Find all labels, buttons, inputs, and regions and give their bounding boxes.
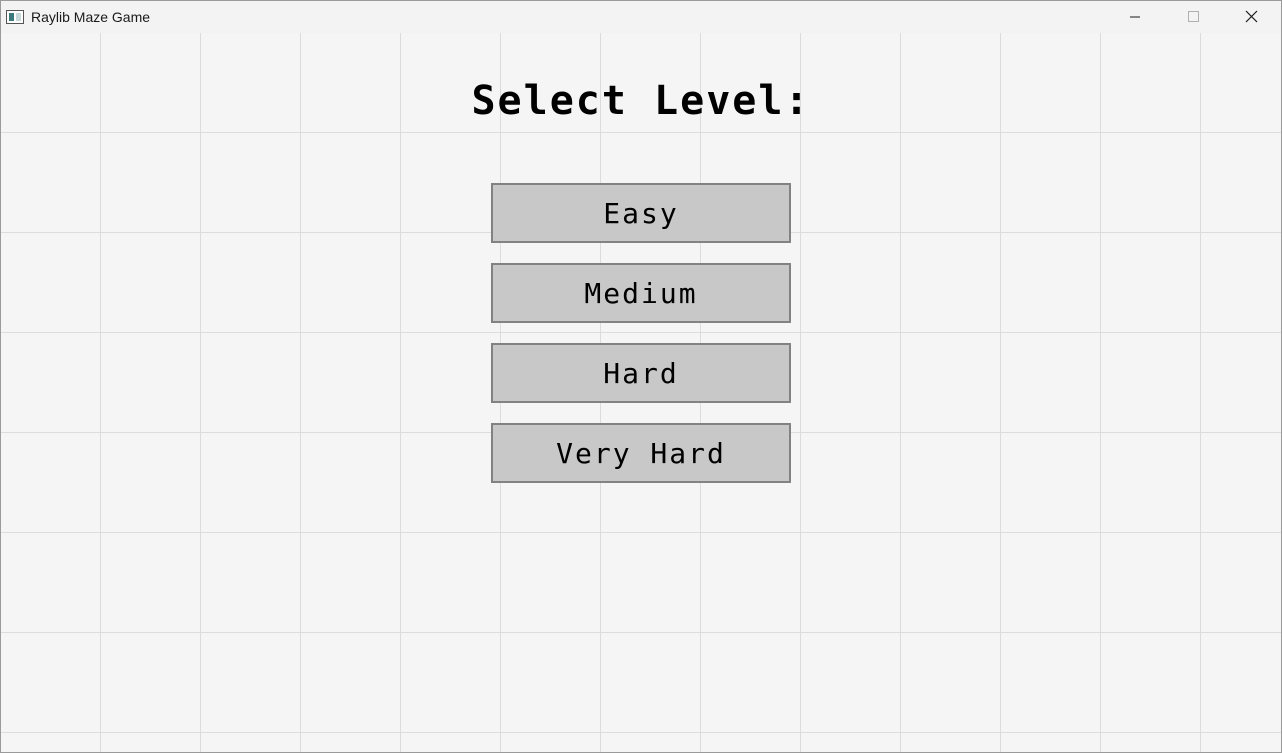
medium-level-button[interactable]: Medium xyxy=(491,263,791,323)
window-title: Raylib Maze Game xyxy=(31,9,151,25)
maximize-button[interactable] xyxy=(1164,1,1222,33)
minimize-button[interactable] xyxy=(1106,1,1164,33)
easy-level-button[interactable]: Easy xyxy=(491,183,791,243)
app-window: Raylib Maze Game Select Level: Easy Medi… xyxy=(0,0,1282,753)
hard-level-button[interactable]: Hard xyxy=(491,343,791,403)
minimize-icon xyxy=(1130,16,1140,18)
very-hard-level-button[interactable]: Very Hard xyxy=(491,423,791,483)
title-bar[interactable]: Raylib Maze Game xyxy=(1,1,1281,33)
maximize-icon xyxy=(1188,11,1199,22)
close-icon xyxy=(1245,10,1258,23)
game-canvas: Select Level: Easy Medium Hard Very Hard xyxy=(1,33,1281,752)
app-window-icon xyxy=(6,10,24,24)
close-button[interactable] xyxy=(1222,1,1280,33)
level-select-heading: Select Level: xyxy=(471,78,811,124)
